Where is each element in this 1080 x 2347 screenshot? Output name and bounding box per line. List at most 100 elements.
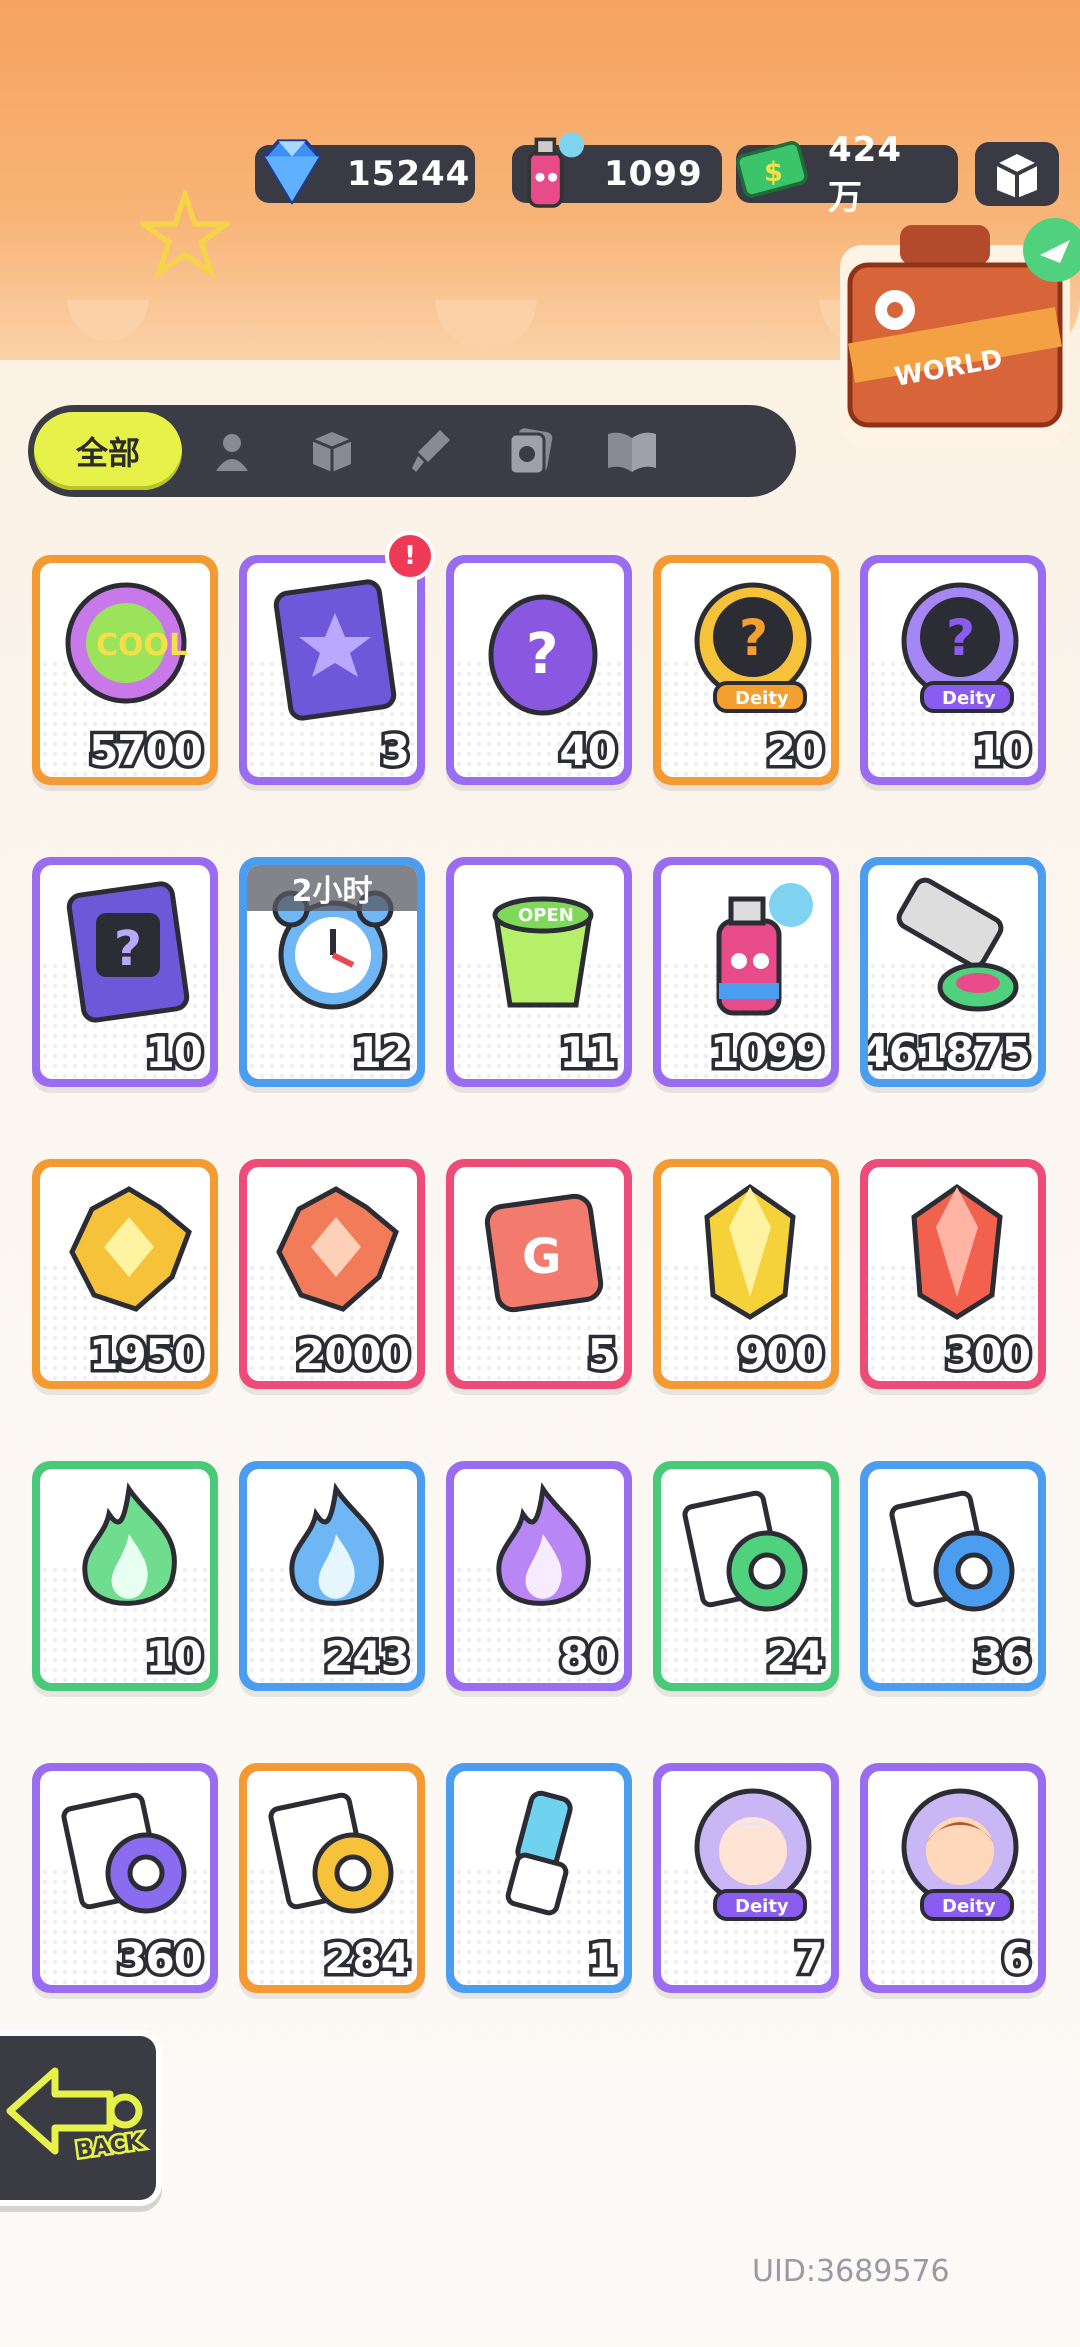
svg-text:COOL: COOL xyxy=(96,628,188,663)
item-frame: ? 40 xyxy=(454,563,624,777)
svg-text:Deity: Deity xyxy=(942,1896,996,1917)
item-frame: 3 xyxy=(247,563,417,777)
cool-badge-icon: COOL xyxy=(65,582,188,704)
inventory-item[interactable]: 1099 xyxy=(653,857,839,1087)
item-frame: 1 xyxy=(454,1771,624,1985)
purple-flame-icon xyxy=(496,1482,591,1606)
item-frame: 10 xyxy=(40,1469,210,1683)
green-flame-icon xyxy=(82,1482,177,1606)
inventory-item[interactable]: Deity 7 xyxy=(653,1763,839,1993)
inventory-item[interactable]: 300 xyxy=(860,1159,1046,1389)
inventory-item[interactable]: 10 xyxy=(32,1461,218,1691)
inventory-item[interactable]: 461875 xyxy=(860,857,1046,1087)
item-count: 900 xyxy=(735,1327,828,1382)
deity-girl-portrait-icon: Deity xyxy=(694,1788,812,1921)
svg-text:?: ? xyxy=(526,622,558,687)
item-frame: 36 xyxy=(868,1469,1038,1683)
item-count: 360 xyxy=(114,1931,207,1986)
back-arrow-icon xyxy=(6,2067,143,2155)
inventory-item[interactable]: ? 40 xyxy=(446,555,632,785)
inventory-item[interactable]: 24 xyxy=(653,1461,839,1691)
book-icon xyxy=(608,432,656,472)
item-timer: 2小时 xyxy=(247,865,417,911)
item-count: 1950 xyxy=(86,1327,207,1382)
item-frame: Deity 6 xyxy=(868,1771,1038,1985)
inventory-item[interactable]: G5 xyxy=(446,1159,632,1389)
item-count: 7 xyxy=(791,1931,827,1986)
item-count: 10 xyxy=(142,1025,207,1080)
world-suitcase-button[interactable]: WORLD xyxy=(820,215,1080,460)
inventory-item[interactable]: 900 xyxy=(653,1159,839,1389)
item-frame: 2小时 12 xyxy=(247,865,417,1079)
item-count: 24 xyxy=(763,1629,828,1684)
gold-crystal-icon xyxy=(69,1186,192,1312)
svg-text:Deity: Deity xyxy=(735,688,789,709)
inventory-item[interactable]: ? 10 xyxy=(32,857,218,1087)
tab-box[interactable] xyxy=(282,412,382,490)
item-count: 6 xyxy=(998,1931,1034,1986)
svg-text:?: ? xyxy=(114,921,142,977)
item-frame: 461875 xyxy=(868,865,1038,1079)
item-count: 11 xyxy=(556,1025,621,1080)
tab-book[interactable] xyxy=(582,412,682,490)
inventory-item[interactable]: 36 xyxy=(860,1461,1046,1691)
item-frame: 300 xyxy=(868,1167,1038,1381)
inventory-item[interactable]: 284 xyxy=(239,1763,425,1993)
shop-menu-button[interactable] xyxy=(975,142,1059,206)
blue-flame-icon xyxy=(289,1482,384,1606)
gem-icon xyxy=(262,139,322,205)
item-count: 20 xyxy=(763,723,828,778)
back-button[interactable]: BACK xyxy=(0,2030,162,2206)
inventory-item[interactable]: 2小时 12 xyxy=(239,857,425,1087)
red-crystal-icon xyxy=(276,1186,399,1312)
category-tabs: 全部 xyxy=(28,405,796,497)
item-frame: ? Deity 20 xyxy=(661,563,831,777)
deity-boy-portrait-icon: Deity xyxy=(901,1788,1019,1921)
blue-tape-icon xyxy=(889,1490,1015,1612)
inventory-item[interactable]: 1 xyxy=(446,1763,632,1993)
item-count: 40 xyxy=(556,723,621,778)
gem-currency[interactable]: 15244 xyxy=(255,139,475,205)
inventory-item[interactable]: Deity 6 xyxy=(860,1763,1046,1993)
svg-text:?: ? xyxy=(739,609,768,667)
deity-mystery-purple-icon: ? Deity xyxy=(901,582,1019,713)
inventory-item[interactable]: 2000 xyxy=(239,1159,425,1389)
money-currency[interactable]: $ 424万 xyxy=(735,130,958,218)
inventory-item[interactable]: ? Deity 20 xyxy=(653,555,839,785)
user-id: UID:3689576 xyxy=(752,2254,950,2289)
item-frame: 1950 xyxy=(40,1167,210,1381)
purple-tape-icon xyxy=(61,1792,187,1914)
new-alert-badge: ! xyxy=(385,531,435,581)
inventory-item[interactable]: 360 xyxy=(32,1763,218,1993)
item-count: 461875 xyxy=(868,1025,1035,1080)
inventory-item[interactable]: 80 xyxy=(446,1461,632,1691)
star-decoration-icon xyxy=(140,190,230,280)
item-count: 12 xyxy=(349,1025,414,1080)
item-frame: Deity 7 xyxy=(661,1771,831,1985)
item-frame: 24 xyxy=(661,1469,831,1683)
inventory-item[interactable]: 3! xyxy=(239,531,435,785)
tab-photo[interactable] xyxy=(482,412,582,490)
spray-currency[interactable]: 1099 xyxy=(512,132,722,208)
tab-all[interactable]: 全部 xyxy=(34,412,182,490)
inventory-item[interactable]: COOL 5700 xyxy=(32,555,218,785)
box-icon xyxy=(312,432,352,472)
gem-count: 15244 xyxy=(347,154,471,194)
tab-brush[interactable] xyxy=(382,412,482,490)
item-frame: 2000 xyxy=(247,1167,417,1381)
inventory-item[interactable]: ? Deity 10 xyxy=(860,555,1046,785)
tab-character[interactable] xyxy=(182,412,282,490)
item-frame: 900 xyxy=(661,1167,831,1381)
inventory-item[interactable]: OPEN 11 xyxy=(446,857,632,1087)
brush-icon xyxy=(412,430,450,472)
inventory-item[interactable]: 1950 xyxy=(32,1159,218,1389)
money-icon: $ xyxy=(735,141,808,198)
item-count: 10 xyxy=(970,723,1035,778)
red-gem-icon xyxy=(911,1183,1003,1320)
inventory-item[interactable]: 243 xyxy=(239,1461,425,1691)
svg-text:$: $ xyxy=(764,157,783,188)
item-frame: ? 10 xyxy=(40,865,210,1079)
green-tape-icon xyxy=(682,1490,808,1612)
item-frame: 360 xyxy=(40,1771,210,1985)
photo-icon xyxy=(508,428,553,476)
